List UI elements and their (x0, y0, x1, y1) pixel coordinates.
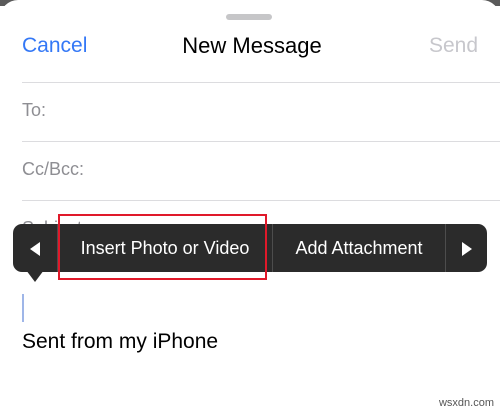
page-title: New Message (0, 33, 500, 59)
signature-text: Sent from my iPhone (22, 330, 219, 353)
menu-next-button[interactable] (446, 224, 487, 272)
send-button[interactable]: Send (429, 34, 478, 58)
sheet-grabber[interactable] (226, 14, 272, 20)
chevron-right-icon (461, 242, 472, 257)
to-label: To: (22, 100, 47, 120)
page-title-text: New Message (182, 33, 322, 58)
to-input[interactable] (102, 93, 480, 129)
to-field[interactable]: To: (22, 82, 500, 141)
add-attachment-button[interactable]: Add Attachment (273, 224, 445, 272)
compose-nav-bar: Cancel New Message Send (0, 28, 500, 68)
watermark: wsxdn.com (438, 397, 494, 409)
context-menu: Insert Photo or Video Add Attachment (13, 224, 487, 272)
compose-sheet: Cancel New Message Send To: Cc/Bcc: Subj… (0, 0, 500, 412)
cc-bcc-field[interactable]: Cc/Bcc: (22, 141, 500, 200)
insert-photo-video-button[interactable]: Insert Photo or Video (58, 224, 272, 272)
cc-bcc-input[interactable] (102, 152, 480, 188)
text-cursor (22, 294, 24, 322)
menu-prev-button[interactable] (13, 224, 57, 272)
cc-bcc-label: Cc/Bcc: (22, 159, 85, 179)
sheet-top-edge (0, 0, 500, 22)
chevron-left-icon (30, 242, 40, 257)
